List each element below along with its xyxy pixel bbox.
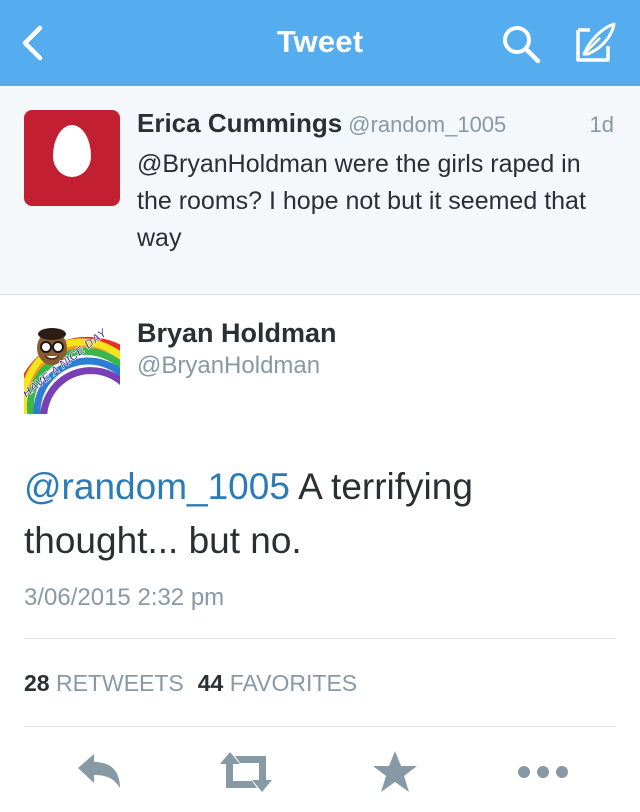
reply-icon[interactable] [74, 748, 124, 796]
tweet-text: @random_1005 A terrifying thought... but… [24, 460, 624, 568]
favorites-stat[interactable]: 44 FAVORITES [198, 670, 357, 696]
favorites-count: 44 [197, 670, 224, 696]
parent-tweet[interactable]: Erica Cummings @random_1005 1d @BryanHold… [0, 86, 640, 295]
retweets-label: RETWEETS [55, 670, 184, 696]
divider [24, 638, 616, 639]
compose-icon[interactable] [570, 20, 620, 66]
author-name[interactable]: Bryan Holdman [137, 318, 337, 349]
navigation-bar: Tweet [0, 0, 640, 86]
favorites-label: FAVORITES [229, 670, 358, 696]
divider [24, 726, 616, 727]
tweet-age: 1d [589, 112, 614, 137]
author-name[interactable]: Erica Cummings [137, 108, 342, 138]
favorite-icon[interactable] [372, 748, 418, 796]
avatar[interactable]: HAVE A NICE DAY [24, 318, 120, 414]
author-handle[interactable]: @BryanHoldman [137, 352, 320, 380]
retweets-count: 28 [24, 670, 50, 696]
retweet-icon[interactable] [216, 748, 276, 796]
mention-link[interactable]: @random_1005 [24, 466, 290, 507]
tweet-stats: 28 RETWEETS 44 FAVORITES [24, 670, 357, 697]
search-icon[interactable] [498, 22, 546, 64]
tweet-timestamp: 3/06/2015 2:32 pm [24, 584, 225, 611]
egg-icon [53, 125, 91, 177]
parent-tweet-text: @BryanHoldman were the girls raped in th… [137, 150, 586, 252]
author-handle: @random_1005 [348, 112, 507, 137]
retweets-stat[interactable]: 28 RETWEETS [24, 670, 184, 696]
more-icon[interactable] [516, 748, 570, 796]
avatar[interactable] [24, 110, 120, 206]
have-a-nice-day-avatar-image: HAVE A NICE DAY [24, 325, 120, 414]
